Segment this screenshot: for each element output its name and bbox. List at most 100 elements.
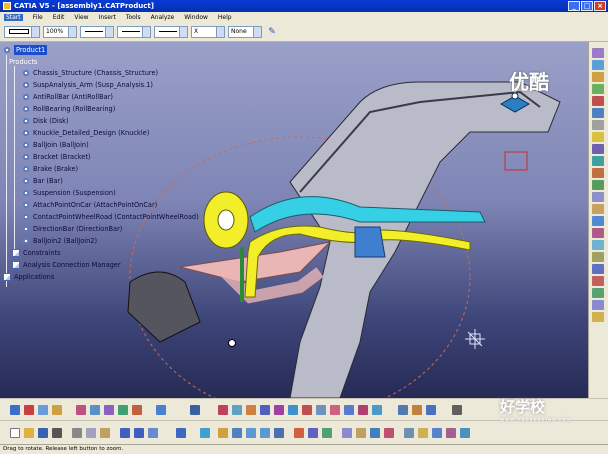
tool-icon[interactable] — [76, 405, 86, 415]
copy-icon[interactable] — [86, 428, 96, 438]
maximize-icon[interactable]: □ — [581, 1, 593, 11]
tool-icon[interactable] — [592, 312, 604, 322]
layer-combo[interactable]: X — [191, 25, 225, 38]
tool-icon[interactable] — [418, 428, 428, 438]
normal-view-icon[interactable] — [274, 428, 284, 438]
tool-icon[interactable] — [446, 428, 456, 438]
tool-icon[interactable] — [592, 240, 604, 250]
fill-color-combo[interactable] — [4, 25, 40, 38]
menu-file[interactable]: File — [33, 14, 43, 21]
line-thickness-combo[interactable] — [80, 25, 114, 38]
tool-icon[interactable] — [24, 405, 34, 415]
tool-icon[interactable] — [52, 405, 62, 415]
cut-icon[interactable] — [72, 428, 82, 438]
tool-icon[interactable] — [452, 405, 462, 415]
tool-icon[interactable] — [592, 228, 604, 238]
tool-icon[interactable] — [302, 405, 312, 415]
fit-all-icon[interactable] — [200, 428, 210, 438]
tool-icon[interactable] — [592, 60, 604, 70]
menu-help[interactable]: Help — [218, 14, 232, 21]
open-icon[interactable] — [24, 428, 34, 438]
menu-insert[interactable]: Insert — [99, 14, 116, 21]
close-icon[interactable]: × — [594, 1, 606, 11]
tool-icon[interactable] — [592, 300, 604, 310]
tool-icon[interactable] — [592, 48, 604, 58]
tool-icon[interactable] — [246, 405, 256, 415]
tool-icon[interactable] — [592, 72, 604, 82]
minimize-icon[interactable]: _ — [568, 1, 580, 11]
menu-edit[interactable]: Edit — [53, 14, 65, 21]
ball-join[interactable] — [354, 226, 386, 258]
shading-icon[interactable] — [342, 428, 352, 438]
tool-icon[interactable] — [592, 168, 604, 178]
tool-icon[interactable] — [592, 264, 604, 274]
menu-view[interactable]: View — [74, 14, 88, 21]
tool-icon[interactable] — [274, 405, 284, 415]
tool-icon[interactable] — [132, 405, 142, 415]
tool-icon[interactable] — [90, 405, 100, 415]
menu-start[interactable]: Start — [4, 13, 23, 21]
tool-icon[interactable] — [372, 405, 382, 415]
tool-icon[interactable] — [358, 405, 368, 415]
3d-viewport[interactable]: Product1 Products Chassis_Structure (Cha… — [0, 42, 588, 398]
linetype-combo[interactable] — [117, 25, 151, 38]
material-icon[interactable] — [356, 428, 366, 438]
tool-icon[interactable] — [404, 428, 414, 438]
tool-icon[interactable] — [592, 156, 604, 166]
undo-icon[interactable] — [120, 428, 130, 438]
pan-icon[interactable] — [218, 428, 228, 438]
tool-icon[interactable] — [432, 428, 442, 438]
menu-tools[interactable]: Tools — [126, 14, 141, 21]
tool-icon[interactable] — [10, 405, 20, 415]
tool-icon[interactable] — [426, 405, 436, 415]
tool-icon[interactable] — [592, 144, 604, 154]
rotate-icon[interactable] — [232, 428, 242, 438]
tool-icon[interactable] — [592, 288, 604, 298]
tool-icon[interactable] — [592, 252, 604, 262]
hide-show-icon[interactable] — [308, 428, 318, 438]
iso-view-icon[interactable] — [294, 428, 304, 438]
tool-icon[interactable] — [156, 405, 166, 415]
tool-icon[interactable] — [232, 405, 242, 415]
tool-icon[interactable] — [592, 132, 604, 142]
constraint-icon[interactable] — [384, 428, 394, 438]
tool-icon[interactable] — [592, 108, 604, 118]
tool-icon[interactable] — [316, 405, 326, 415]
zoom-in-icon[interactable] — [246, 428, 256, 438]
point-symbol-combo[interactable] — [154, 25, 188, 38]
tool-icon[interactable] — [218, 405, 228, 415]
tool-icon[interactable] — [460, 428, 470, 438]
print-icon[interactable] — [52, 428, 62, 438]
tool-icon[interactable] — [104, 405, 114, 415]
measure-icon[interactable] — [370, 428, 380, 438]
tool-icon[interactable] — [592, 180, 604, 190]
tool-icon[interactable] — [398, 405, 408, 415]
tool-icon[interactable] — [412, 405, 422, 415]
tool-icon[interactable] — [592, 204, 604, 214]
tool-icon[interactable] — [288, 405, 298, 415]
menu-window[interactable]: Window — [184, 14, 208, 21]
zoom-out-icon[interactable] — [260, 428, 270, 438]
tool-icon[interactable] — [118, 405, 128, 415]
tool-icon[interactable] — [190, 405, 200, 415]
menu-analyze[interactable]: Analyze — [151, 14, 175, 21]
fly-icon[interactable] — [176, 428, 186, 438]
tool-icon[interactable] — [344, 405, 354, 415]
tool-icon[interactable] — [330, 405, 340, 415]
tool-icon[interactable] — [592, 96, 604, 106]
tool-icon[interactable] — [592, 216, 604, 226]
tool-icon[interactable] — [592, 192, 604, 202]
painter-icon[interactable]: ✎ — [265, 25, 279, 38]
tool-icon[interactable] — [592, 84, 604, 94]
brake[interactable] — [240, 247, 244, 302]
tool-icon[interactable] — [592, 276, 604, 286]
tool-icon[interactable] — [592, 120, 604, 130]
redo-icon[interactable] — [134, 428, 144, 438]
tool-icon[interactable] — [260, 405, 270, 415]
tool-icon[interactable] — [38, 405, 48, 415]
save-icon[interactable] — [38, 428, 48, 438]
paste-icon[interactable] — [100, 428, 110, 438]
new-icon[interactable] — [10, 428, 20, 438]
swap-space-icon[interactable] — [322, 428, 332, 438]
rendering-style-combo[interactable]: None — [228, 25, 262, 38]
